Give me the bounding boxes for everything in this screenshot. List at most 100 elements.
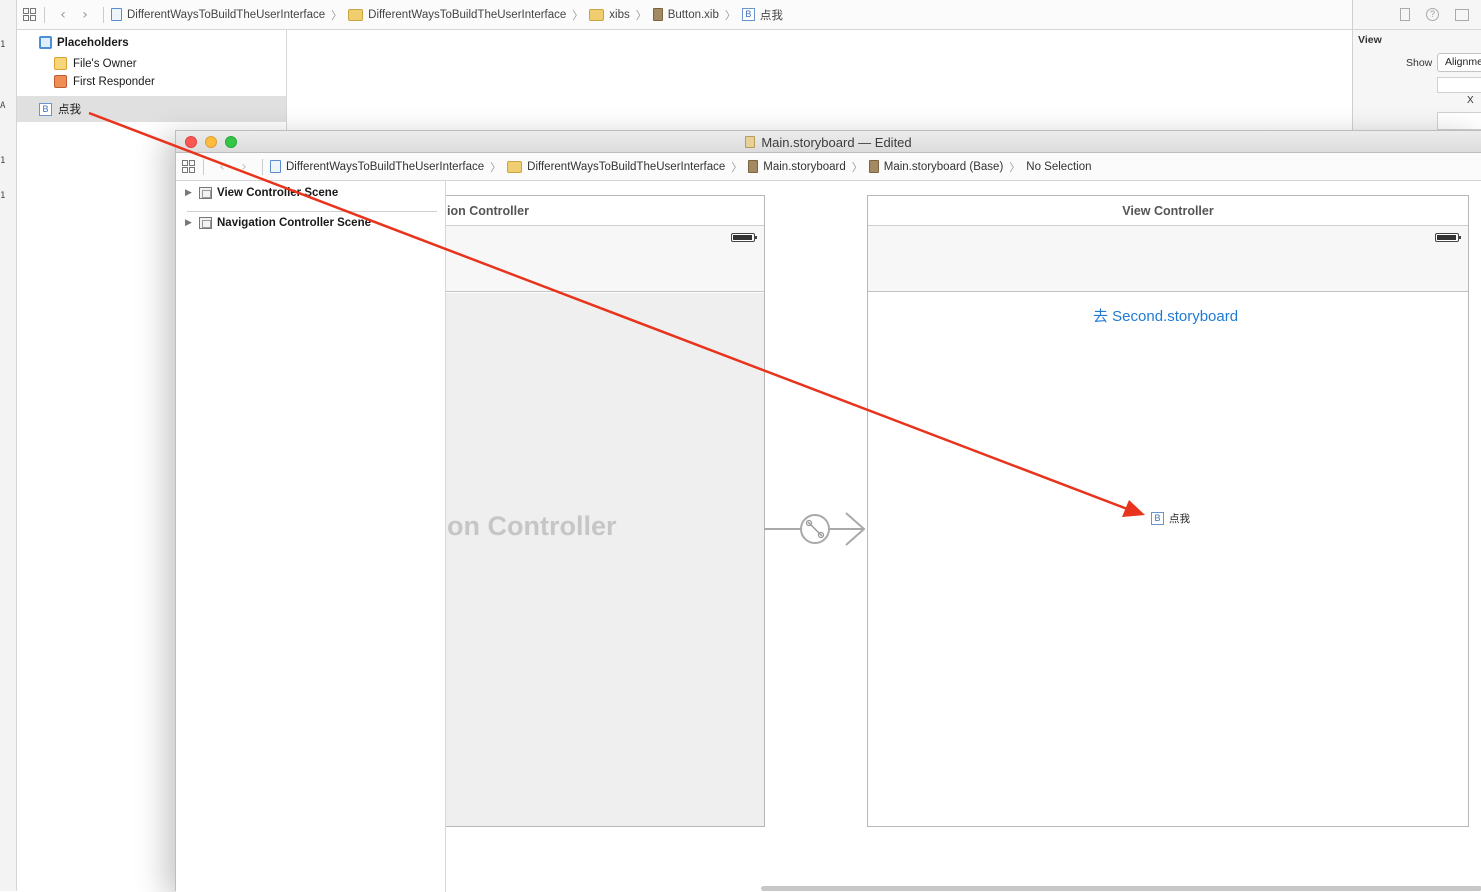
navigation-bar [868,226,1468,292]
scene-title: ion Controller [446,196,764,226]
gutter-mark: A [0,101,6,111]
relationship-segue[interactable] [764,509,868,549]
folder-icon [348,8,364,21]
breadcrumb-label: 点我 [759,9,783,22]
jump-bar-divider [103,6,104,23]
outline-first-responder[interactable]: First Responder [54,75,155,88]
related-items-icon[interactable] [23,7,37,22]
window-title-label: Main.storyboard — Edited [761,134,912,150]
forward-arrow-icon[interactable]: › [233,159,255,175]
gutter-mark: 1 [0,156,6,166]
inspector-section-title: View [1358,34,1382,46]
outline-label: First Responder [73,75,155,88]
window-title-bar[interactable]: Main.storyboard — Edited [176,131,1481,153]
scene-icon [199,187,212,199]
storyboard-file-icon [748,160,759,173]
show-label: Show [1406,57,1433,69]
disclosure-triangle-icon[interactable]: ▶ [185,218,199,228]
front-jump-bar: ‹ › DifferentWaysToBuildTheUserInterface… [176,153,1481,181]
dropped-button-view[interactable]: B 点我 [1151,511,1190,526]
chevron-right-icon: 〉 [724,9,736,22]
back-arrow-icon[interactable]: ‹ [211,159,233,175]
battery-icon [1435,233,1461,242]
gutter-mark: 1 [0,191,6,201]
outline-placeholders[interactable]: Placeholders [39,36,129,49]
xib-file-icon [652,8,663,21]
breadcrumb-item[interactable]: No Selection [1026,161,1091,173]
inspector-toolbar: ? [1353,0,1481,30]
storyboard-file-icon [868,160,879,173]
disclosure-triangle-icon[interactable]: ▶ [185,188,199,198]
breadcrumb-label: No Selection [1026,160,1092,173]
outline-view-controller-scene[interactable]: ▶ View Controller Scene [185,187,338,199]
outline-label: Placeholders [57,36,129,49]
forward-arrow-icon[interactable]: › [74,7,96,23]
help-icon[interactable]: ? [1426,8,1439,21]
file-inspector-icon[interactable] [1400,8,1410,21]
breadcrumb-item[interactable]: DifferentWaysToBuildTheUserInterface 〉 [270,159,507,175]
placeholder-cube-icon [39,36,52,49]
jump-bar-divider [262,158,263,175]
chevron-right-icon: 〉 [572,9,584,22]
breadcrumb-label: Button.xib [667,8,719,21]
files-owner-cube-icon [54,57,67,70]
breadcrumb-item[interactable]: Button.xib 〉 [652,7,742,23]
breadcrumb-item[interactable]: DifferentWaysToBuildTheUserInterface 〉 [348,7,589,23]
x-label: X [1467,95,1474,106]
breadcrumb-label: DifferentWaysToBuildTheUserInterface [127,8,326,21]
navigation-controller-scene[interactable]: ion Controller on Controller [446,195,765,827]
button-b-icon: B [39,102,52,116]
storyboard-window: Main.storyboard — Edited ‹ › DifferentWa… [175,130,1481,892]
scene-icon [199,217,212,229]
breadcrumb-item[interactable]: DifferentWaysToBuildTheUserInterface 〉 [507,159,748,175]
x-field[interactable] [1437,112,1481,130]
breadcrumb-label: DifferentWaysToBuildTheUserInterface [286,160,485,173]
chevron-right-icon: 〉 [635,9,647,22]
window-title: Main.storyboard — Edited [176,131,1481,153]
breadcrumb-item[interactable]: Main.storyboard (Base) 〉 [868,159,1027,175]
outline-files-owner[interactable]: File's Owner [54,57,137,70]
folder-icon [507,160,523,173]
breadcrumb-item[interactable]: DifferentWaysToBuildTheUserInterface 〉 [111,7,348,23]
jump-bar-divider [203,158,204,175]
scene-placeholder-label: on Controller [447,511,617,541]
navigation-bar [446,226,764,292]
chevron-right-icon: 〉 [731,161,743,174]
horizontal-scrollbar[interactable] [761,886,1481,891]
scene-title: View Controller [868,196,1468,226]
storyboard-outline: ▶ View Controller Scene ▶ Navigation Con… [176,181,446,892]
show-select[interactable]: Alignme [1437,53,1481,72]
breadcrumb-item[interactable]: Main.storyboard 〉 [748,159,868,175]
scene-label: View Controller Scene [217,187,339,199]
storyboard-canvas[interactable]: ion Controller on Controller View Contro… [446,181,1481,892]
outline-navigation-controller-scene[interactable]: ▶ Navigation Controller Scene [185,217,371,229]
breadcrumb-item[interactable]: xibs 〉 [589,7,652,23]
scene-body: on Controller [446,293,764,826]
outline-label: File's Owner [73,57,137,70]
project-doc-icon [270,160,281,173]
storyboard-file-icon [745,136,756,148]
breadcrumb-label: DifferentWaysToBuildTheUserInterface [527,160,726,173]
identity-inspector-icon[interactable] [1455,8,1469,21]
second-storyboard-button[interactable]: 去 Second.storyboard [1093,305,1238,326]
back-arrow-icon[interactable]: ‹ [52,7,74,23]
breadcrumb-label: Main.storyboard (Base) [883,160,1004,173]
battery-icon [731,233,757,242]
back-jump-bar: ‹ › DifferentWaysToBuildTheUserInterface… [17,0,1352,30]
chevron-right-icon: 〉 [1009,161,1021,174]
related-items-icon[interactable] [182,159,196,174]
scene-body: 去 Second.storyboard B 点我 [868,293,1468,826]
jump-bar-divider [44,6,45,23]
breadcrumb-item[interactable]: B 点我 [741,7,783,23]
outline-button-item[interactable]: B 点我 [39,101,81,117]
project-doc-icon [111,8,122,21]
editor-gutter: 1 A 1 1 [0,0,17,891]
outline-divider [187,211,437,212]
chevron-right-icon: 〉 [490,161,502,174]
outline-label: 点我 [58,104,81,116]
view-controller-scene[interactable]: View Controller 去 Second.storyboard B 点我 [867,195,1469,827]
first-responder-cube-icon [54,75,67,88]
button-b-icon: B [1151,512,1164,525]
inspector-field[interactable] [1437,77,1481,93]
back-document-outline: Placeholders File's Owner First Responde… [17,30,287,130]
